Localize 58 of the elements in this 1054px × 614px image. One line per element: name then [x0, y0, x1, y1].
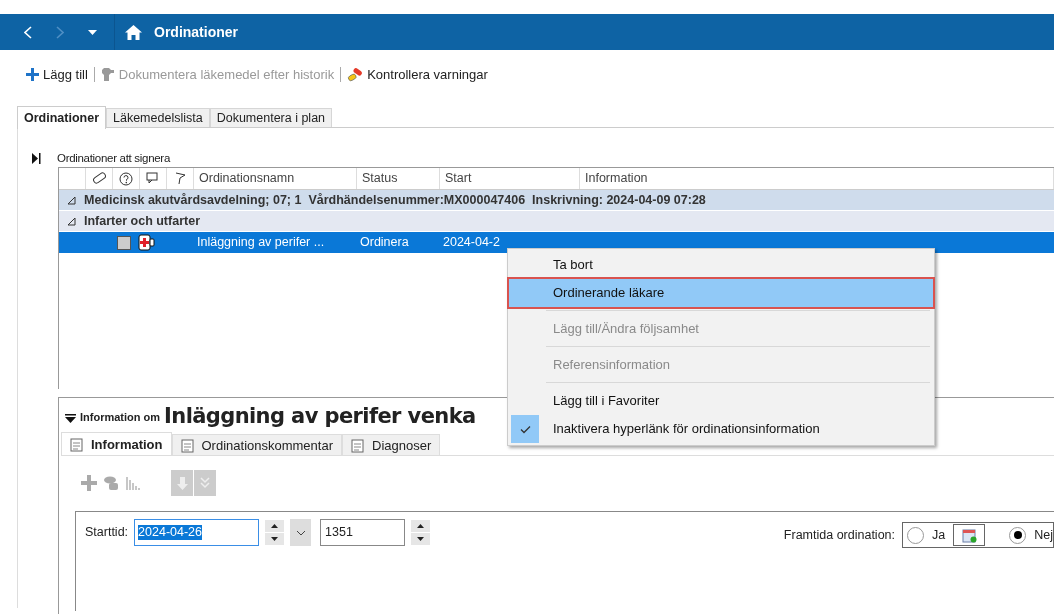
menu-item[interactable]: Lägg till i Favoriter: [509, 379, 933, 415]
detail-title-prefix: Information om: [80, 409, 161, 425]
double-chevron-icon: [200, 477, 210, 490]
start-cell-text: 2024-04-2: [442, 234, 501, 252]
radio-label: Nej: [1034, 526, 1053, 544]
radio-label: Ja: [932, 526, 946, 544]
group-label: Infarter och utfarter: [84, 212, 200, 230]
comment-icon: [146, 172, 160, 186]
start-label: Starttid:: [85, 524, 129, 542]
group-row[interactable]: Medicinsk akutvårdsavdelning; 07; 1 Vårdhändelsenummer:MX000047406 Inskrivning: 2024-04-09 07:28: [59, 190, 1054, 212]
calendar-icon: [961, 527, 977, 543]
menu-item[interactable]: Inaktivera hyperlänk för ordinationsinformation: [509, 415, 933, 443]
dropdown-icon[interactable]: [88, 29, 97, 35]
toolbar-button[interactable]: Lägg till: [26, 64, 88, 85]
group-label: Medicinsk akutvårdsavdelning; 07; 1 Vårdhändelsenummer:MX000047406 Inskrivning: 2024-04-09 07:28: [84, 191, 706, 209]
tab[interactable]: Ordinationer: [17, 106, 106, 129]
infusion-icon: [137, 234, 155, 252]
chevron-down-icon: [295, 529, 306, 536]
column-header[interactable]: Start: [440, 168, 580, 190]
time-field[interactable]: 1351: [320, 519, 406, 547]
column-header[interactable]: Information: [580, 168, 1054, 190]
home-icon[interactable]: [125, 24, 142, 40]
time-spinner[interactable]: [411, 520, 431, 546]
document-icon: [351, 437, 366, 453]
document-icon: [180, 437, 196, 453]
window-title: Ordinationer: [154, 22, 238, 42]
collapse-icon[interactable]: [65, 414, 76, 424]
group-row[interactable]: Infarter och utfarter: [59, 211, 1054, 233]
checkmark-icon: [519, 424, 531, 434]
detail-tab[interactable]: Information: [61, 432, 172, 456]
section-title: Ordinationer att signera: [57, 151, 170, 166]
down-arrow-icon: [176, 476, 188, 490]
collapse-pane-icon[interactable]: [32, 153, 41, 165]
pill-icon: [91, 172, 107, 186]
column-header[interactable]: Ordinationsnamn: [194, 168, 357, 190]
question-icon: [119, 171, 133, 186]
menu-item[interactable]: Ordinerande läkare: [509, 279, 933, 307]
toolbar-button[interactable]: Kontrollera varningar: [347, 64, 488, 85]
tab[interactable]: Dokumentera i plan: [209, 108, 333, 127]
calendar-button[interactable]: [953, 524, 986, 547]
detail-tab[interactable]: Diagnoser: [342, 434, 441, 456]
order-name-cell-text: Inläggning av perifer ...: [196, 234, 326, 252]
expand-arrow-icon[interactable]: [67, 195, 76, 205]
detail-tab[interactable]: Ordinationskommentar: [171, 434, 342, 456]
pills-icon: [347, 67, 364, 82]
plus-icon: [26, 68, 39, 81]
date-spinner[interactable]: [265, 520, 285, 546]
tab[interactable]: Läkemedelslista: [106, 108, 210, 127]
date-field[interactable]: 2024-04-26: [134, 519, 260, 547]
status-cell-text: Ordinera: [359, 234, 410, 252]
row-checkbox[interactable]: [117, 235, 131, 250]
expand-arrow-icon[interactable]: [67, 216, 76, 226]
document-icon: [70, 436, 85, 452]
menu-item[interactable]: Ta bort: [509, 251, 933, 279]
back-icon[interactable]: [24, 25, 34, 39]
future-order-label: Framtida ordination:: [783, 526, 896, 544]
column-header[interactable]: Status: [357, 168, 440, 190]
detail-title: Inläggning av perifer venka: [164, 404, 476, 429]
